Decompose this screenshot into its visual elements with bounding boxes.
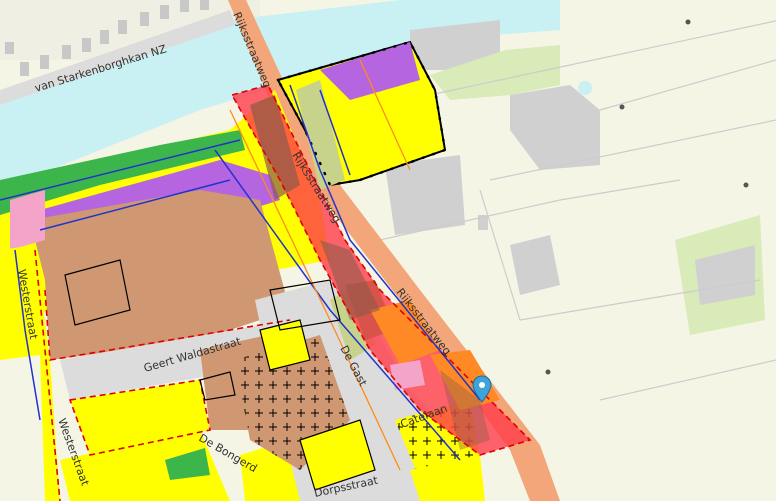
- map-canvas[interactable]: van Starkenborghkan NZ Rijksstraatweg Ri…: [0, 0, 776, 501]
- pond: [578, 81, 592, 95]
- map-view[interactable]: van Starkenborghkan NZ Rijksstraatweg Ri…: [0, 0, 776, 501]
- zone-pink-west[interactable]: [10, 190, 45, 250]
- zone-open-southwest: [0, 355, 45, 501]
